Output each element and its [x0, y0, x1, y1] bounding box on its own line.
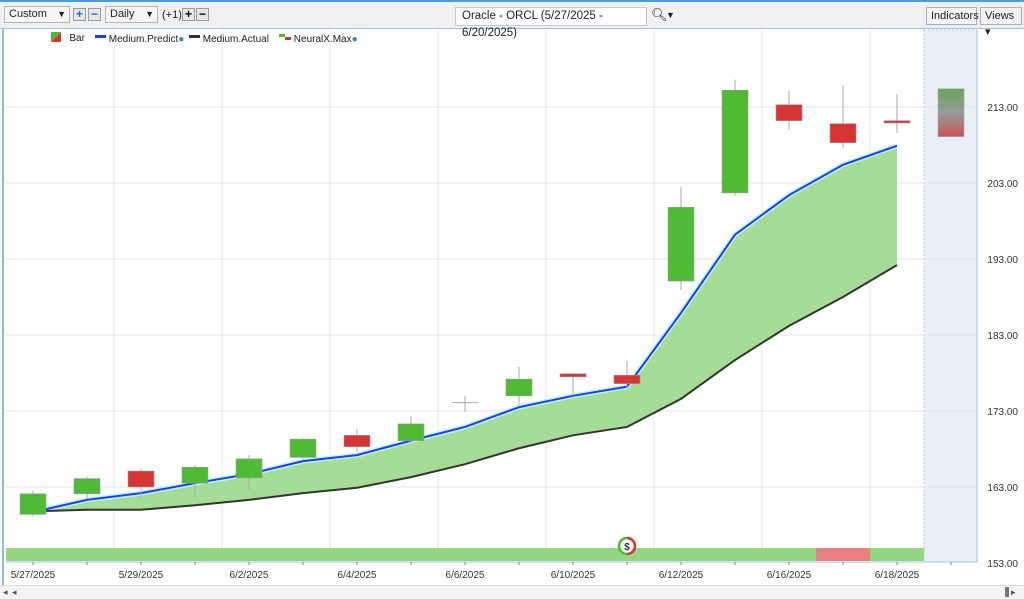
y-tick-label: 193.00	[987, 255, 1018, 266]
scroll-left-end-icon[interactable]: ◂	[3, 587, 8, 598]
horizontal-scrollbar[interactable]: ◂ ◂ ▸	[0, 585, 1024, 599]
info-dot-icon: ●	[178, 34, 185, 45]
candle-body	[397, 423, 425, 441]
dollar-signal-icon: $	[617, 536, 637, 556]
x-tick-label: 6/16/2025	[767, 570, 812, 581]
x-tick-label: 6/12/2025	[659, 570, 704, 581]
y-tick-label: 183.00	[987, 331, 1018, 342]
neuralx-band-segment	[492, 548, 546, 561]
neuralx-icon	[279, 34, 291, 40]
candle-body	[73, 478, 101, 495]
legend-label: Medium.Predict	[108, 34, 179, 45]
candle-body	[883, 120, 911, 124]
legend-label: Bar	[69, 33, 85, 44]
legend-label: NeuralX.Max	[293, 34, 352, 45]
legend-item-neuralx-max[interactable]: NeuralX.Max●	[279, 32, 358, 45]
neuralx-band-segment	[816, 548, 870, 561]
y-tick-label: 163.00	[987, 483, 1018, 494]
scroll-right-icon[interactable]: ▸	[1011, 587, 1016, 598]
candle-body	[343, 435, 371, 448]
x-tick-label: 6/4/2025	[338, 570, 377, 581]
predict-actual-fill	[33, 145, 897, 513]
candle-body	[775, 104, 803, 121]
candle-body	[721, 89, 749, 194]
legend-item-medium-actual[interactable]: Medium.Actual	[189, 32, 269, 45]
candle-body	[613, 374, 641, 384]
candle-body	[829, 123, 857, 144]
scroll-thumb[interactable]	[1005, 587, 1009, 597]
x-tick-label: 6/2/2025	[230, 570, 269, 581]
candle-body	[127, 470, 155, 488]
candle-body	[559, 373, 587, 378]
candle-body	[505, 378, 533, 397]
neuralx-band-segment	[870, 548, 924, 561]
x-tick-label: 6/10/2025	[551, 570, 596, 581]
neuralx-band-segment	[762, 548, 816, 561]
candle-body	[289, 438, 317, 458]
line-icon	[189, 35, 200, 38]
neuralx-band-segment	[438, 548, 492, 561]
candle-body	[235, 458, 263, 479]
legend-item-medium-predict[interactable]: Medium.Predict●	[95, 32, 184, 45]
candle-body	[19, 493, 47, 515]
scroll-left-icon[interactable]: ◂	[12, 587, 17, 598]
neuralx-band-segment	[222, 548, 276, 561]
neuralx-band-segment	[654, 548, 708, 561]
neuralx-band-segment	[708, 548, 762, 561]
candle-body	[667, 207, 695, 282]
info-dot-icon: ●	[351, 34, 358, 45]
y-tick-label: 203.00	[987, 179, 1018, 190]
neuralx-band-segment	[276, 548, 330, 561]
x-tick-label: 5/29/2025	[119, 570, 164, 581]
neuralx-band-segment	[114, 548, 168, 561]
candle-body	[181, 466, 209, 484]
bar-icon	[51, 32, 61, 42]
y-tick-label: 153.00	[987, 559, 1018, 570]
neuralx-band-segment	[546, 548, 600, 561]
y-tick-label: 173.00	[987, 407, 1018, 418]
x-tick-label: 5/27/2025	[11, 570, 56, 581]
x-tick-label: 6/6/2025	[446, 570, 485, 581]
neuralx-band-segment	[168, 548, 222, 561]
legend-label: Medium.Actual	[202, 34, 269, 45]
price-chart[interactable]: 153.00 163.00 173.00 183.00 193.00 203.00 213.…	[0, 0, 1024, 585]
neuralx-band-segment	[60, 548, 114, 561]
legend-item-bar[interactable]: Bar	[51, 32, 85, 44]
x-tick-label: 6/18/2025	[875, 570, 920, 581]
line-icon	[95, 35, 106, 38]
signal-glyph: $	[624, 542, 630, 553]
forecast-bar	[937, 88, 965, 137]
neuralx-band-segment	[330, 548, 384, 561]
neuralx-band-segment	[6, 548, 60, 561]
y-tick-label: 213.00	[987, 103, 1018, 114]
neuralx-band-segment	[384, 548, 438, 561]
